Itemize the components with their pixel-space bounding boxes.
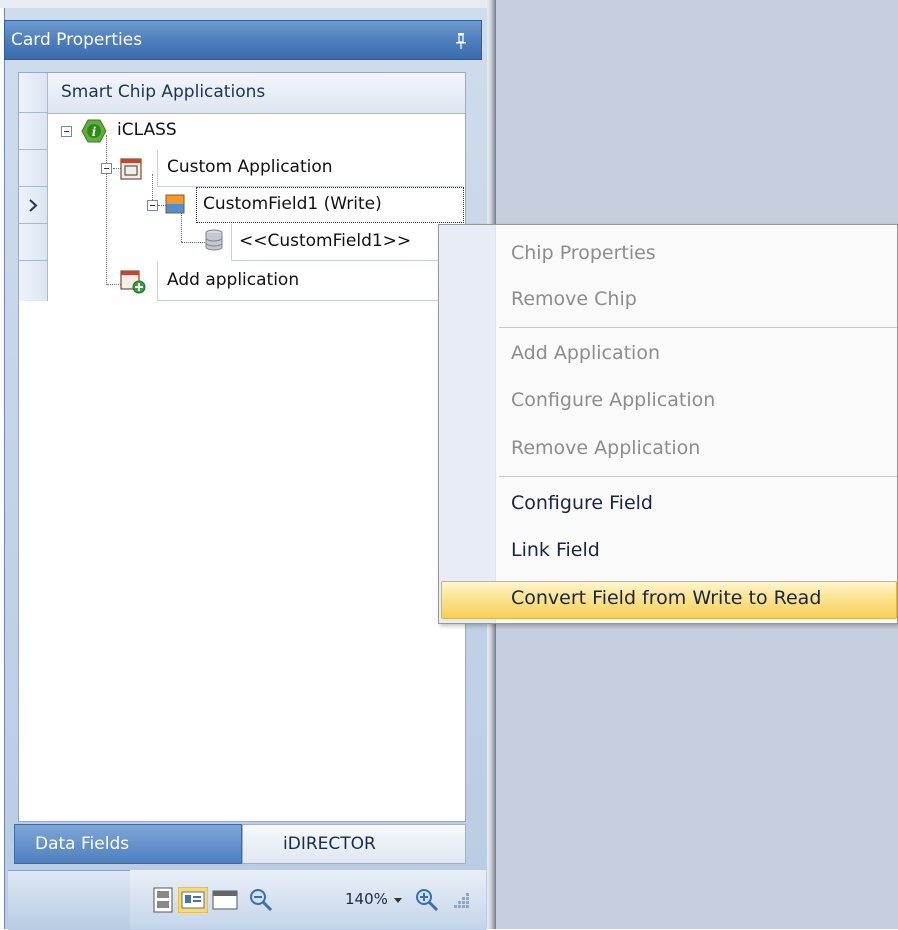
tab-idirector-label: iDIRECTOR	[283, 834, 376, 854]
menu-item-convert-field-write-to-read[interactable]: Convert Field from Write to Read	[511, 587, 821, 609]
zoom-level-dropdown[interactable]: 140%	[345, 890, 388, 908]
portrait-view-icon[interactable]	[152, 887, 174, 913]
menu-item-configure-application[interactable]: Configure Application	[511, 389, 715, 411]
grid-header: Smart Chip Applications	[19, 73, 465, 114]
collapse-field-toggle[interactable]	[147, 200, 158, 211]
context-menu-icon-gutter	[439, 225, 496, 623]
row-selector-current[interactable]	[19, 187, 47, 224]
menu-separator	[499, 327, 897, 328]
tree-line	[107, 284, 121, 285]
smart-chip-grid: Smart Chip Applications i iCLASS Custom …	[18, 72, 466, 822]
context-menu: Chip Properties Remove Chip Add Applicat…	[438, 224, 898, 624]
row-selector[interactable]	[19, 224, 47, 261]
card-view-icon[interactable]	[178, 887, 208, 913]
landscape-view-icon[interactable]	[212, 887, 238, 913]
menu-item-remove-chip[interactable]: Remove Chip	[511, 288, 637, 310]
row-selector-header	[19, 73, 47, 113]
grid-header-label: Smart Chip Applications	[61, 82, 266, 102]
database-icon	[205, 229, 223, 251]
tree-node-customfield1[interactable]: CustomField1 (Write)	[203, 194, 382, 214]
tree-node-custom-application[interactable]: Custom Application	[167, 157, 333, 177]
menu-item-link-field[interactable]: Link Field	[511, 539, 600, 561]
svg-text:i: i	[92, 125, 97, 139]
collapse-iclass-toggle[interactable]	[61, 126, 72, 137]
tree-line	[181, 242, 207, 243]
menu-item-configure-field[interactable]: Configure Field	[511, 492, 653, 514]
pin-icon[interactable]	[455, 33, 467, 49]
tree-node-field-value[interactable]: <<CustomField1>>	[239, 231, 411, 251]
tab-data-fields-label: Data Fields	[35, 834, 130, 854]
zoom-in-icon[interactable]	[414, 887, 440, 913]
zoom-out-icon[interactable]	[248, 887, 274, 913]
collapse-application-toggle[interactable]	[101, 163, 112, 174]
row-selector-column	[19, 73, 48, 301]
tree-node-add-application[interactable]: Add application	[167, 270, 299, 290]
menu-item-remove-application[interactable]: Remove Application	[511, 437, 700, 459]
zoom-dropdown-chevron-icon[interactable]	[393, 897, 403, 905]
iclass-chip-icon: i	[81, 119, 107, 143]
tree-line	[106, 135, 107, 285]
row-selector[interactable]	[19, 261, 47, 301]
panel-header: Card Properties	[4, 20, 482, 60]
panel-title: Card Properties	[11, 30, 143, 50]
tree-line	[181, 212, 182, 242]
resize-grip-icon[interactable]	[448, 889, 472, 915]
menu-item-add-application[interactable]: Add Application	[511, 342, 660, 364]
menu-item-chip-properties[interactable]: Chip Properties	[511, 242, 656, 264]
row-selector[interactable]	[19, 113, 47, 150]
field-icon	[165, 194, 185, 214]
menu-separator	[499, 476, 897, 477]
current-row-arrow-icon	[29, 199, 38, 212]
row-selector[interactable]	[19, 150, 47, 187]
tree-node-iclass[interactable]: iCLASS	[117, 120, 177, 140]
application-icon	[120, 158, 142, 180]
add-application-icon	[120, 270, 146, 294]
tab-idirector[interactable]: iDIRECTOR	[242, 824, 466, 864]
tab-data-fields[interactable]: Data Fields	[14, 824, 242, 864]
